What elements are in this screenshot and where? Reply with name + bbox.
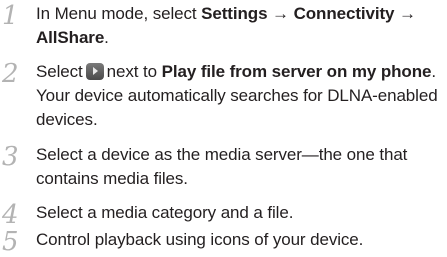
allshare-label: AllShare (36, 28, 105, 47)
step-text: Select a media category and a file. (36, 203, 294, 222)
step-text: Select a device as the media server—the … (36, 145, 408, 188)
arrow-separator: → (394, 4, 416, 23)
step-text-segment: Select (36, 62, 83, 81)
step-number: 3 (2, 142, 19, 172)
step-text-segment: next to (106, 62, 162, 81)
step-text: Control playback using icons of your dev… (36, 230, 364, 249)
connectivity-label: Connectivity (293, 4, 395, 23)
step-number: 4 (2, 200, 19, 230)
play-arrow-icon (85, 63, 104, 80)
instruction-steps: 1 In Menu mode, select Settings → Connec… (0, 0, 447, 257)
step-number: 2 (2, 59, 19, 89)
step-number: 5 (2, 227, 19, 257)
settings-label: Settings (201, 4, 268, 23)
step-text-segment: . (104, 28, 109, 47)
step-text-segment: In Menu mode, select (36, 4, 202, 23)
step-text: Select next to Play file from server on m… (36, 60, 444, 132)
arrow-separator: → (267, 4, 294, 23)
play-file-from-server-label: Play file from server on my phone (161, 62, 432, 81)
step-number: 1 (2, 1, 19, 31)
step-text: In Menu mode, select Settings → Connecti… (36, 2, 444, 50)
